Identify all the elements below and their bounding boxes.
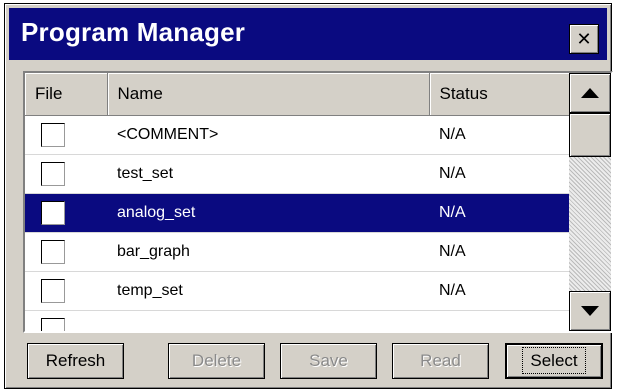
program-status: N/A [429, 154, 569, 194]
read-button-label: Read [420, 351, 461, 370]
save-button[interactable]: Save [280, 343, 377, 379]
table-row[interactable] [25, 310, 569, 331]
window-title: Program Manager [21, 17, 246, 47]
program-status: N/A [429, 232, 569, 272]
program-name [107, 310, 429, 331]
program-table: File Name Status <COMMENT> N/A test_set … [25, 73, 570, 331]
file-checkbox[interactable] [41, 201, 65, 225]
program-status: N/A [429, 115, 569, 155]
table-header-row: File Name Status [25, 73, 570, 116]
program-manager-window: Program Manager ✕ File Name Status <COMM… [4, 3, 613, 389]
file-checkbox[interactable] [41, 123, 65, 147]
file-checkbox[interactable] [41, 240, 65, 264]
program-status: N/A [429, 193, 569, 233]
file-checkbox[interactable] [41, 279, 65, 303]
file-cell [25, 193, 107, 233]
column-header-name[interactable]: Name [107, 73, 430, 116]
delete-button[interactable]: Delete [168, 343, 265, 379]
file-cell [25, 154, 107, 194]
delete-button-label: Delete [191, 351, 242, 370]
refresh-button[interactable]: Refresh [27, 343, 124, 379]
triangle-down-icon [581, 306, 599, 316]
program-name: bar_graph [107, 232, 429, 272]
program-name: temp_set [107, 271, 429, 311]
table-row[interactable]: test_set N/A [25, 154, 569, 194]
table-row[interactable]: <COMMENT> N/A [25, 115, 569, 155]
close-icon: ✕ [576, 28, 592, 49]
column-header-status[interactable]: Status [429, 73, 570, 116]
column-header-file[interactable]: File [25, 73, 108, 116]
program-status [429, 310, 569, 331]
program-name: analog_set [107, 193, 429, 233]
file-cell [25, 232, 107, 272]
close-button[interactable]: ✕ [569, 24, 599, 54]
file-checkbox[interactable] [41, 318, 65, 331]
program-list: File Name Status <COMMENT> N/A test_set … [23, 71, 613, 333]
vertical-scrollbar[interactable] [569, 73, 611, 331]
title-bar: Program Manager ✕ [9, 8, 607, 60]
select-button[interactable]: Select [505, 343, 603, 379]
program-name: test_set [107, 154, 429, 194]
file-checkbox[interactable] [41, 162, 65, 186]
scroll-down-button[interactable] [569, 291, 611, 331]
save-button-label: Save [309, 351, 348, 370]
scrollbar-thumb[interactable] [569, 113, 611, 157]
read-button[interactable]: Read [392, 343, 489, 379]
refresh-button-label: Refresh [45, 351, 106, 370]
scroll-up-button[interactable] [569, 73, 611, 113]
file-cell [25, 115, 107, 155]
file-cell [25, 271, 107, 311]
table-row[interactable]: temp_set N/A [25, 271, 569, 311]
select-button-label: Select [522, 347, 586, 374]
table-row[interactable]: bar_graph N/A [25, 232, 569, 272]
table-row-selected[interactable]: analog_set N/A [25, 193, 569, 233]
program-name: <COMMENT> [107, 115, 429, 155]
triangle-up-icon [581, 88, 599, 98]
file-cell [25, 310, 107, 331]
program-status: N/A [429, 271, 569, 311]
